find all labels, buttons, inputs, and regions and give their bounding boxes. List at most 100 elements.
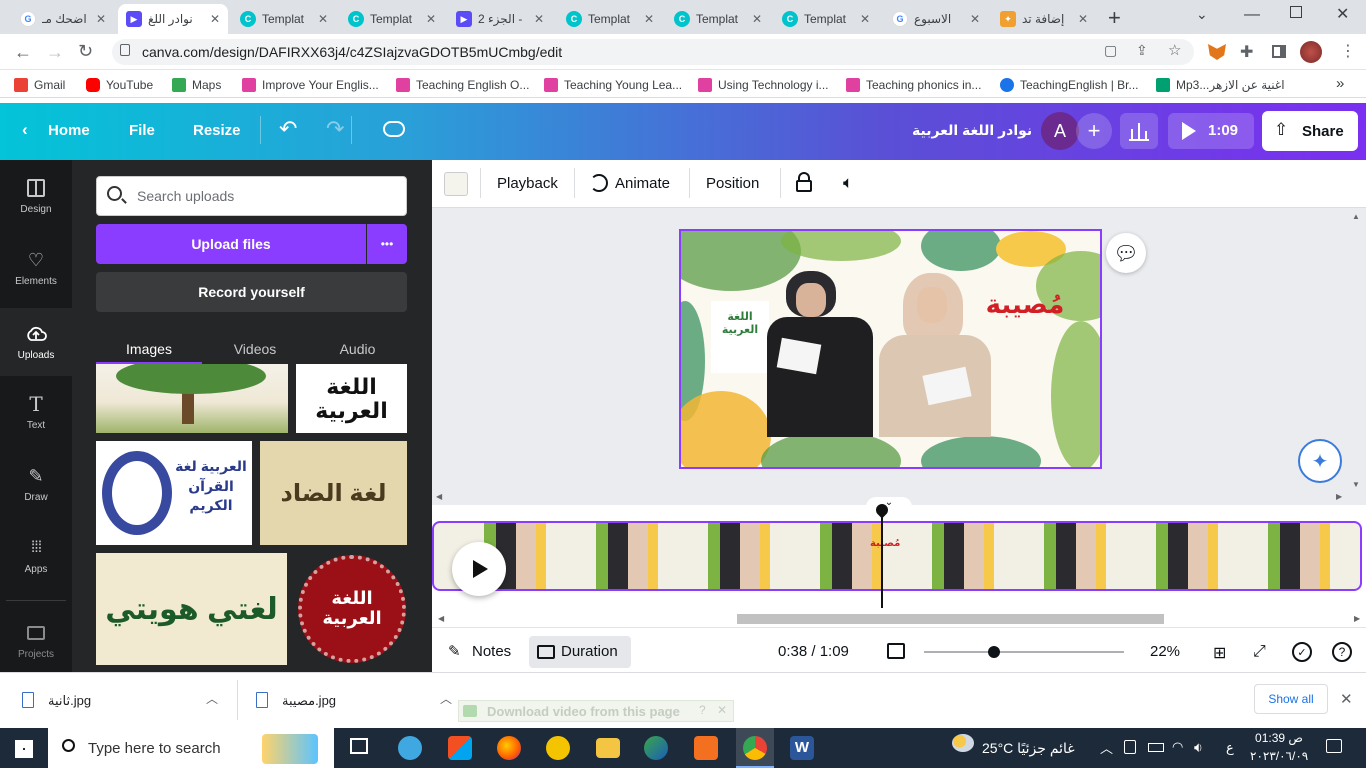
more-upload-options-button[interactable]: ••• bbox=[367, 224, 407, 264]
upload-thumb-tree[interactable] bbox=[96, 364, 288, 433]
check-circle-icon[interactable]: ✓ bbox=[1292, 642, 1312, 662]
bookmark-item[interactable]: Mp3...اغنية عن الازهر bbox=[1156, 76, 1285, 94]
forward-arrow-icon[interactable]: → bbox=[46, 42, 64, 63]
upload-files-button[interactable]: Upload files bbox=[96, 224, 366, 264]
more-bookmarks-button[interactable]: » bbox=[1336, 75, 1344, 92]
close-tab-icon[interactable]: ✕ bbox=[860, 12, 870, 26]
upload-thumb-arabic-black[interactable]: اللغة العربية bbox=[296, 364, 407, 433]
upload-thumb-seal[interactable]: اللغة العربية bbox=[296, 553, 407, 665]
url-text[interactable]: canva.com/design/DAFIRXX63j4/c4ZSIajzvaG… bbox=[142, 44, 562, 60]
browser-tab[interactable]: C Templat ✕ bbox=[340, 4, 444, 34]
zoom-slider-thumb[interactable] bbox=[988, 646, 1000, 658]
close-tab-icon[interactable]: ✕ bbox=[210, 12, 220, 26]
tab-videos[interactable]: Videos bbox=[202, 334, 308, 364]
minimize-window-icon[interactable]: — bbox=[1244, 6, 1260, 24]
bookmark-maps[interactable]: Maps bbox=[172, 76, 221, 94]
timeline-video-track[interactable] bbox=[432, 521, 1362, 591]
rail-design[interactable]: Design bbox=[0, 164, 72, 228]
add-collaborator-icon[interactable]: + bbox=[1076, 113, 1112, 149]
download-helper-close-icon[interactable]: ✕ bbox=[717, 703, 727, 717]
bookmark-gmail[interactable]: Gmail bbox=[14, 76, 65, 94]
timeline-collapse-chevron-icon[interactable]: ⌄ bbox=[866, 497, 912, 515]
record-yourself-button[interactable]: Record yourself bbox=[96, 272, 407, 312]
duration-button[interactable]: Duration bbox=[529, 636, 631, 668]
tab-audio[interactable]: Audio bbox=[308, 334, 407, 364]
show-hidden-icons-chevron-icon[interactable]: ︿ bbox=[1100, 738, 1113, 757]
timeline-play-button[interactable] bbox=[452, 542, 506, 596]
download-options-chevron-icon[interactable]: ︿ bbox=[206, 690, 218, 707]
magic-sparkle-icon[interactable]: ✦ bbox=[1298, 439, 1342, 483]
taskbar-search-box[interactable]: Type here to search bbox=[48, 728, 334, 768]
wifi-icon[interactable]: ◠ bbox=[1172, 739, 1183, 755]
task-view-icon[interactable] bbox=[350, 738, 368, 754]
insights-button[interactable] bbox=[1120, 113, 1158, 149]
share-page-icon[interactable]: ⇪ bbox=[1136, 42, 1148, 59]
fullscreen-icon[interactable]: ⤢ bbox=[1253, 643, 1266, 661]
close-tab-icon[interactable]: ✕ bbox=[426, 12, 436, 26]
side-panel-icon[interactable] bbox=[1272, 45, 1286, 58]
speaker-icon[interactable]: 🔉︎ bbox=[1194, 739, 1203, 756]
usb-device-icon[interactable] bbox=[1124, 740, 1136, 754]
position-button[interactable]: Position bbox=[706, 175, 759, 192]
restore-window-icon[interactable] bbox=[1290, 6, 1302, 18]
close-tab-icon[interactable]: ✕ bbox=[318, 12, 328, 26]
rail-draw[interactable]: ✎ Draw bbox=[0, 452, 72, 516]
weather-cloud-sun-icon[interactable] bbox=[952, 734, 974, 752]
battery-icon[interactable] bbox=[1148, 743, 1164, 752]
close-tab-icon[interactable]: ✕ bbox=[534, 12, 544, 26]
lock-icon[interactable] bbox=[796, 172, 812, 192]
close-tab-icon[interactable]: ✕ bbox=[1078, 12, 1088, 26]
present-play-button[interactable]: 1:09 bbox=[1168, 113, 1254, 149]
browser-tab[interactable]: G اضحك مـ ✕ bbox=[12, 4, 114, 34]
chevron-left-icon[interactable]: ‹ bbox=[22, 120, 28, 140]
taskbar-chrome-active[interactable] bbox=[736, 728, 774, 768]
tab-images[interactable]: Images bbox=[96, 334, 202, 364]
browser-tab[interactable]: C Templat ✕ bbox=[666, 4, 770, 34]
grid-view-icon[interactable]: ⊞ bbox=[1213, 643, 1226, 663]
input-language-indicator[interactable]: ع bbox=[1226, 740, 1234, 756]
browser-tab[interactable]: ▶ الجزء 2 - ✕ bbox=[448, 4, 552, 34]
upload-thumb-my-language[interactable]: لغتي هويتي bbox=[96, 553, 287, 665]
rail-elements[interactable]: ♡ Elements bbox=[0, 236, 72, 300]
notifications-icon[interactable] bbox=[1326, 739, 1342, 753]
profile-avatar[interactable] bbox=[1300, 41, 1322, 63]
taskbar-date[interactable]: ٢٠٢٣/٠٦/٠٩ bbox=[1250, 749, 1308, 763]
timeline-playhead[interactable] bbox=[881, 516, 883, 608]
undo-icon[interactable]: ↶ bbox=[279, 116, 297, 142]
add-comment-icon[interactable]: 💬︎ bbox=[1106, 233, 1146, 273]
browser-tab[interactable]: ✦ إضافة تد ✕ bbox=[992, 4, 1096, 34]
close-tab-icon[interactable]: ✕ bbox=[970, 12, 980, 26]
canvas-scroll-left-arrow[interactable]: ◀ bbox=[436, 492, 442, 501]
resize-button[interactable]: Resize bbox=[193, 122, 241, 139]
browser-menu-icon[interactable]: ⋮ bbox=[1340, 41, 1356, 61]
rail-uploads[interactable]: Uploads bbox=[0, 308, 72, 376]
cortana-icon[interactable] bbox=[398, 736, 422, 760]
volume-icon[interactable]: 🔈︎ bbox=[843, 173, 853, 193]
firefox-icon[interactable] bbox=[497, 736, 521, 760]
new-tab-button[interactable]: + bbox=[1108, 5, 1121, 31]
close-tab-icon[interactable]: ✕ bbox=[752, 12, 762, 26]
open-in-page-icon[interactable]: ▢ bbox=[1104, 42, 1117, 59]
close-downloads-icon[interactable]: ✕ bbox=[1340, 690, 1353, 708]
archicad-icon[interactable] bbox=[546, 736, 570, 760]
bookmark-item[interactable]: Teaching English O... bbox=[396, 76, 529, 94]
download-item[interactable]: مصيبة.jpg bbox=[282, 693, 336, 709]
timeline-horizontal-scrollbar[interactable]: ◀ ▶ bbox=[432, 611, 1366, 627]
close-tab-icon[interactable]: ✕ bbox=[96, 12, 106, 26]
scrollbar-thumb[interactable] bbox=[737, 614, 1164, 624]
taskbar-weather[interactable]: 25°C غائم جزئيًا bbox=[982, 740, 1075, 757]
download-options-chevron-icon[interactable]: ︿ bbox=[440, 690, 452, 707]
help-icon[interactable]: ? bbox=[1332, 642, 1352, 662]
taskbar-clock[interactable]: 01:39 ص bbox=[1254, 731, 1304, 745]
file-explorer-icon[interactable] bbox=[596, 738, 620, 758]
background-color-swatch[interactable] bbox=[444, 172, 468, 196]
close-tab-icon[interactable]: ✕ bbox=[644, 12, 654, 26]
show-all-downloads-button[interactable]: Show all bbox=[1254, 684, 1328, 714]
user-avatar[interactable]: A bbox=[1041, 112, 1079, 150]
browser-tab[interactable]: C Templat ✕ bbox=[558, 4, 662, 34]
design-page-slide[interactable]: اللغة العربية مُصيبة bbox=[679, 229, 1102, 469]
download-helper-help-icon[interactable]: ? bbox=[699, 703, 706, 717]
notes-button[interactable]: Notes bbox=[472, 643, 511, 660]
rail-text[interactable]: T Text bbox=[0, 380, 72, 444]
home-button[interactable]: Home bbox=[48, 122, 90, 139]
